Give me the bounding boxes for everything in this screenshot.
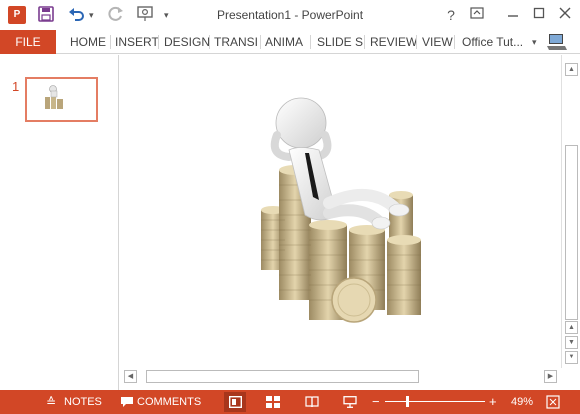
tab-divider [209,35,210,49]
status-bar: ≙ NOTES COMMENTS − + 49% [0,390,580,414]
slide-thumbnail-pane: 1 [0,55,118,390]
tab-divider [310,35,311,49]
next-slide-icon[interactable]: ▼ [565,351,578,364]
tab-divider [158,35,159,49]
tab-view[interactable]: VIEW [422,30,453,54]
comments-button[interactable]: COMMENTS [137,390,201,414]
account-chevron-down-icon[interactable]: ▾ [532,30,537,54]
vertical-scrollbar[interactable]: ▲ ▲ ▼ ▼ [561,55,580,368]
slide-clipart-image[interactable] [259,95,434,325]
tab-divider [454,35,455,49]
zoom-in-button[interactable]: + [489,390,497,414]
tab-design[interactable]: DESIGN [164,30,210,54]
tab-slide-show[interactable]: SLIDE S [317,30,363,54]
account-name[interactable]: Office Tut... [462,30,523,54]
scroll-up-arrow-icon[interactable]: ▲ [565,63,578,76]
normal-view-icon[interactable] [228,390,243,414]
tab-divider [364,35,365,49]
tab-divider [260,35,261,49]
tab-insert[interactable]: INSERT [115,30,159,54]
title-bar: P ▾ ▾ Presentation1 - PowerPoint ? [0,0,580,30]
tab-home[interactable]: HOME [70,30,106,54]
zoom-slider[interactable] [385,401,485,402]
tab-divider [110,35,111,49]
ribbon-display-options-icon[interactable] [466,4,488,26]
restore-icon[interactable] [528,4,550,26]
ribbon-tabs: FILE HOME INSERT DESIGN TRANSI ANIMA SLI… [0,30,580,54]
zoom-level[interactable]: 49% [511,390,533,414]
tab-file[interactable]: FILE [0,30,56,54]
horizontal-scroll-thumb[interactable] [146,370,419,383]
reading-view-icon[interactable] [305,390,319,414]
slide-editing-area[interactable] [119,55,561,368]
scroll-left-arrow-icon[interactable]: ◀ [124,370,137,383]
tab-review[interactable]: REVIEW [370,30,417,54]
horizontal-scrollbar[interactable]: ◀ ▶ [119,368,561,385]
fit-to-window-icon[interactable] [546,390,560,414]
zoom-slider-thumb[interactable] [405,396,409,407]
notes-icon[interactable]: ≙ [46,390,56,414]
tab-divider [416,35,417,49]
help-icon[interactable]: ? [440,4,462,26]
close-icon[interactable] [554,4,576,26]
comment-icon[interactable] [120,390,134,414]
slide-sorter-icon[interactable] [266,390,280,414]
scroll-up-arrow-icon[interactable]: ▲ [565,321,578,334]
avatar[interactable] [546,32,568,52]
slide-thumbnail-image [45,85,63,109]
notes-button[interactable]: NOTES [64,390,102,414]
window-title: Presentation1 - PowerPoint [216,8,364,22]
scroll-right-arrow-icon[interactable]: ▶ [544,370,557,383]
slide-number: 1 [12,79,20,94]
tab-animations[interactable]: ANIMA [265,30,303,54]
scrollbar-corner [561,368,580,390]
zoom-out-button[interactable]: − [372,390,380,414]
minimize-icon[interactable] [502,4,524,26]
slide-thumbnail[interactable] [25,77,98,122]
slide-show-icon[interactable] [343,390,357,414]
scroll-down-arrow-icon[interactable]: ▼ [565,336,578,349]
vertical-scroll-thumb[interactable] [565,145,578,320]
tab-transitions[interactable]: TRANSI [214,30,258,54]
